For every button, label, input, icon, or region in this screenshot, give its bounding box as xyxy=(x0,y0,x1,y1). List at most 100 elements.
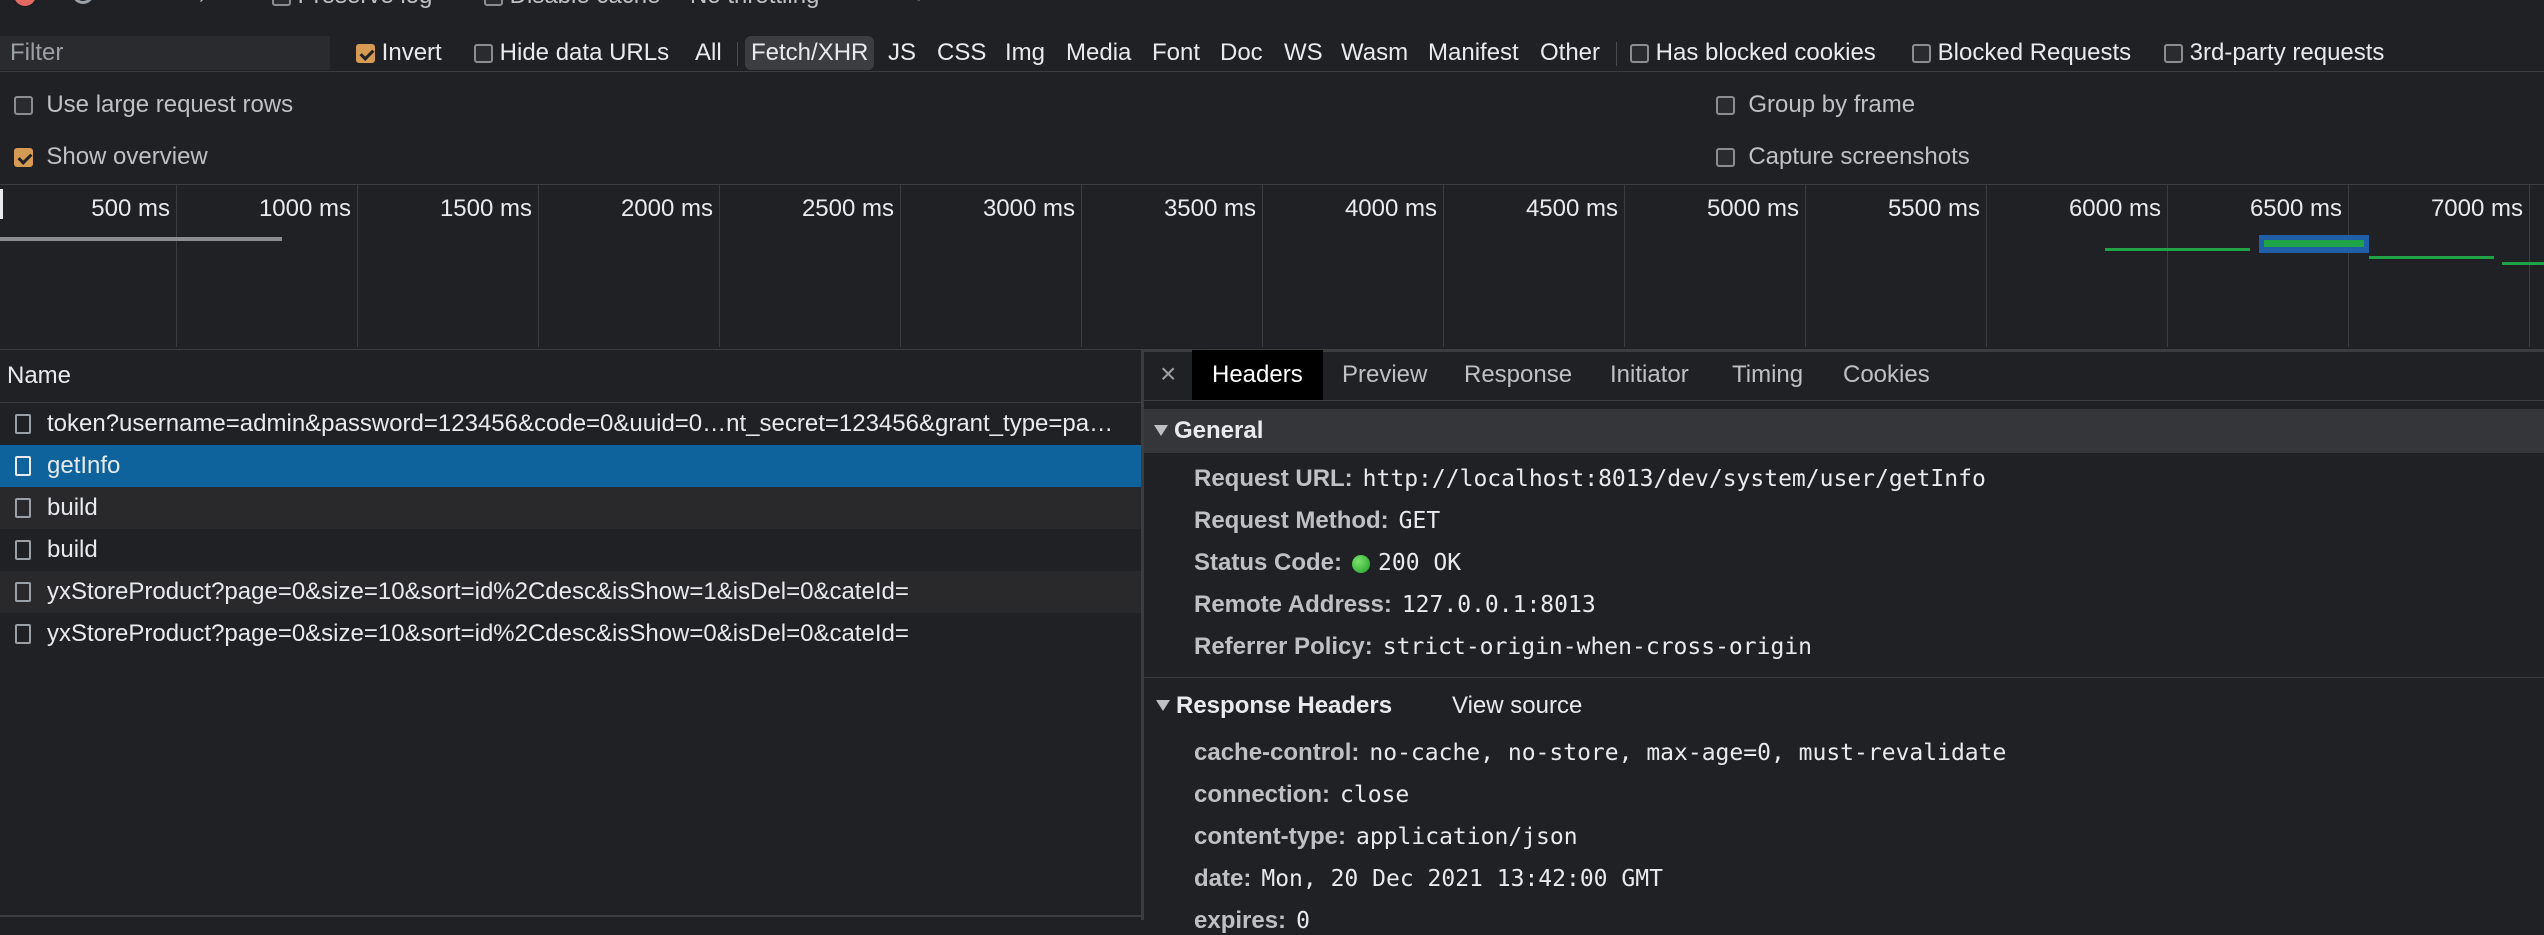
type-css[interactable]: CSS xyxy=(937,36,986,70)
tab-initiator[interactable]: Initiator xyxy=(1590,350,1709,400)
type-fetch-xhr[interactable]: Fetch/XHR xyxy=(745,36,875,70)
filter-input[interactable] xyxy=(0,36,330,70)
header-key: Status Code: xyxy=(1194,549,1343,576)
has-blocked-cookies-checkbox[interactable]: Has blocked cookies xyxy=(1630,39,1876,67)
request-row[interactable]: yxStoreProduct?page=0&size=10&sort=id%2C… xyxy=(0,571,1141,613)
large-rows-checkbox[interactable]: Use large request rows xyxy=(14,91,293,119)
group-by-frame-checkbox[interactable]: Group by frame xyxy=(1716,91,1915,119)
large-rows-label: Use large request rows xyxy=(46,91,294,118)
show-overview-label: Show overview xyxy=(46,143,208,170)
tick-label: 4000 ms xyxy=(1344,195,1437,222)
capture-screenshots-checkbox[interactable]: Capture screenshots xyxy=(1716,143,1970,171)
request-row[interactable]: build xyxy=(0,487,1141,529)
status-ok-icon xyxy=(1352,554,1371,573)
tab-preview[interactable]: Preview xyxy=(1322,350,1447,400)
type-other[interactable]: Other xyxy=(1540,36,1600,70)
request-url-row: Request URL: http://localhost:8013/dev/sy… xyxy=(1194,465,1986,493)
tick-line xyxy=(176,185,177,347)
date-row: date: Mon, 20 Dec 2021 13:42:00 GMT xyxy=(1194,865,1663,893)
file-icon xyxy=(15,414,31,434)
hide-data-urls-checkbox[interactable]: Hide data URLs xyxy=(474,39,669,67)
request-row[interactable]: token?username=admin&password=123456&cod… xyxy=(0,403,1141,445)
throttling-select[interactable]: No throttling xyxy=(690,0,819,10)
header-key: Referrer Policy: xyxy=(1194,633,1373,660)
record-icon[interactable] xyxy=(14,0,36,6)
tab-cookies[interactable]: Cookies xyxy=(1823,350,1950,400)
tick-label: 2000 ms xyxy=(620,195,713,222)
general-section-header[interactable]: General xyxy=(1144,409,2544,453)
header-key: date: xyxy=(1194,865,1252,892)
response-headers-title: Response Headers xyxy=(1176,692,1393,719)
tick-line xyxy=(1262,185,1263,347)
disable-cache-label: Disable cache xyxy=(510,0,661,9)
chevron-down-icon[interactable]: ▾ xyxy=(862,0,874,7)
request-row[interactable]: getInfo xyxy=(0,445,1141,487)
time-cursor xyxy=(0,189,3,219)
invert-checkbox[interactable]: Invert xyxy=(356,39,442,67)
header-value: no-cache, no-store, max-age=0, must-reva… xyxy=(1369,740,2007,766)
header-value: strict-origin-when-cross-origin xyxy=(1382,634,1813,660)
tab-timing[interactable]: Timing xyxy=(1712,350,1823,400)
download-icon[interactable]: ⤓ xyxy=(1036,0,1047,6)
tick-label: 4500 ms xyxy=(1525,195,1618,222)
show-overview-checkbox[interactable]: Show overview xyxy=(14,143,208,171)
name-column-header[interactable]: Name xyxy=(0,350,1141,403)
overview-request-bar xyxy=(2264,240,2364,247)
invert-label: Invert xyxy=(381,39,442,66)
referrer-policy-row: Referrer Policy: strict-origin-when-cross… xyxy=(1194,633,1812,661)
preserve-log-checkbox[interactable]: Preserve log xyxy=(272,0,432,10)
tick-label: 2500 ms xyxy=(801,195,894,222)
request-row[interactable]: yxStoreProduct?page=0&size=10&sort=id%2C… xyxy=(0,613,1141,655)
content-type-row: content-type: application/json xyxy=(1194,823,1578,851)
type-img[interactable]: Img xyxy=(1005,36,1045,70)
divider xyxy=(737,42,738,66)
file-icon xyxy=(15,540,31,560)
type-doc[interactable]: Doc xyxy=(1220,36,1263,70)
list-bottom-border xyxy=(0,915,1141,917)
type-all[interactable]: All xyxy=(695,36,722,70)
tick-line xyxy=(1624,185,1625,347)
third-party-checkbox[interactable]: 3rd-party requests xyxy=(2164,39,2384,67)
request-method-row: Request Method: GET xyxy=(1194,507,1440,535)
triangle-down-icon xyxy=(1154,425,1168,437)
file-icon xyxy=(15,582,31,602)
header-value: Mon, 20 Dec 2021 13:42:00 GMT xyxy=(1261,866,1663,892)
header-key: cache-control: xyxy=(1194,739,1360,766)
blocked-requests-checkbox[interactable]: Blocked Requests xyxy=(1912,39,2131,67)
view-source-link[interactable]: View source xyxy=(1452,684,1582,728)
header-value: 200 OK xyxy=(1378,550,1462,576)
filter-funnel-icon[interactable]: ⏷ xyxy=(148,0,172,12)
capture-screenshots-label: Capture screenshots xyxy=(1748,143,1970,170)
tick-line xyxy=(1805,185,1806,347)
type-wasm[interactable]: Wasm xyxy=(1341,36,1408,70)
type-ws[interactable]: WS xyxy=(1284,36,1323,70)
gear-icon[interactable]: ⚙ xyxy=(908,0,930,7)
tick-label: 7000 ms xyxy=(2430,195,2523,222)
search-icon[interactable]: ⌕ xyxy=(200,0,217,10)
close-icon[interactable]: × xyxy=(1160,358,1176,390)
disable-cache-checkbox[interactable]: Disable cache xyxy=(484,0,660,10)
type-media[interactable]: Media xyxy=(1066,36,1131,70)
header-key: expires: xyxy=(1194,907,1287,934)
type-manifest[interactable]: Manifest xyxy=(1428,36,1519,70)
type-font[interactable]: Font xyxy=(1152,36,1200,70)
tab-headers[interactable]: Headers xyxy=(1192,350,1323,400)
overview-timeline[interactable]: 500 ms 1000 ms 1500 ms 2000 ms 2500 ms 3… xyxy=(0,184,2544,352)
request-row[interactable]: build xyxy=(0,529,1141,571)
tick-line xyxy=(719,185,720,347)
tick-label: 3000 ms xyxy=(982,195,1075,222)
tick-label: 1500 ms xyxy=(439,195,532,222)
tab-response[interactable]: Response xyxy=(1444,350,1592,400)
response-headers-section-header[interactable]: Response Headers View source xyxy=(1144,684,2544,728)
tick-line xyxy=(2167,185,2168,347)
section-divider xyxy=(1144,677,2544,678)
request-list: Name token?username=admin&password=12345… xyxy=(0,350,1144,920)
clear-icon[interactable] xyxy=(72,0,94,4)
upload-icon[interactable]: ⤒ xyxy=(980,0,991,6)
file-icon xyxy=(15,456,31,476)
third-party-label: 3rd-party requests xyxy=(2189,39,2385,66)
type-js[interactable]: JS xyxy=(888,36,916,70)
request-name: getInfo xyxy=(47,452,121,479)
request-name: yxStoreProduct?page=0&size=10&sort=id%2C… xyxy=(47,620,909,647)
tick-line xyxy=(1986,185,1987,347)
